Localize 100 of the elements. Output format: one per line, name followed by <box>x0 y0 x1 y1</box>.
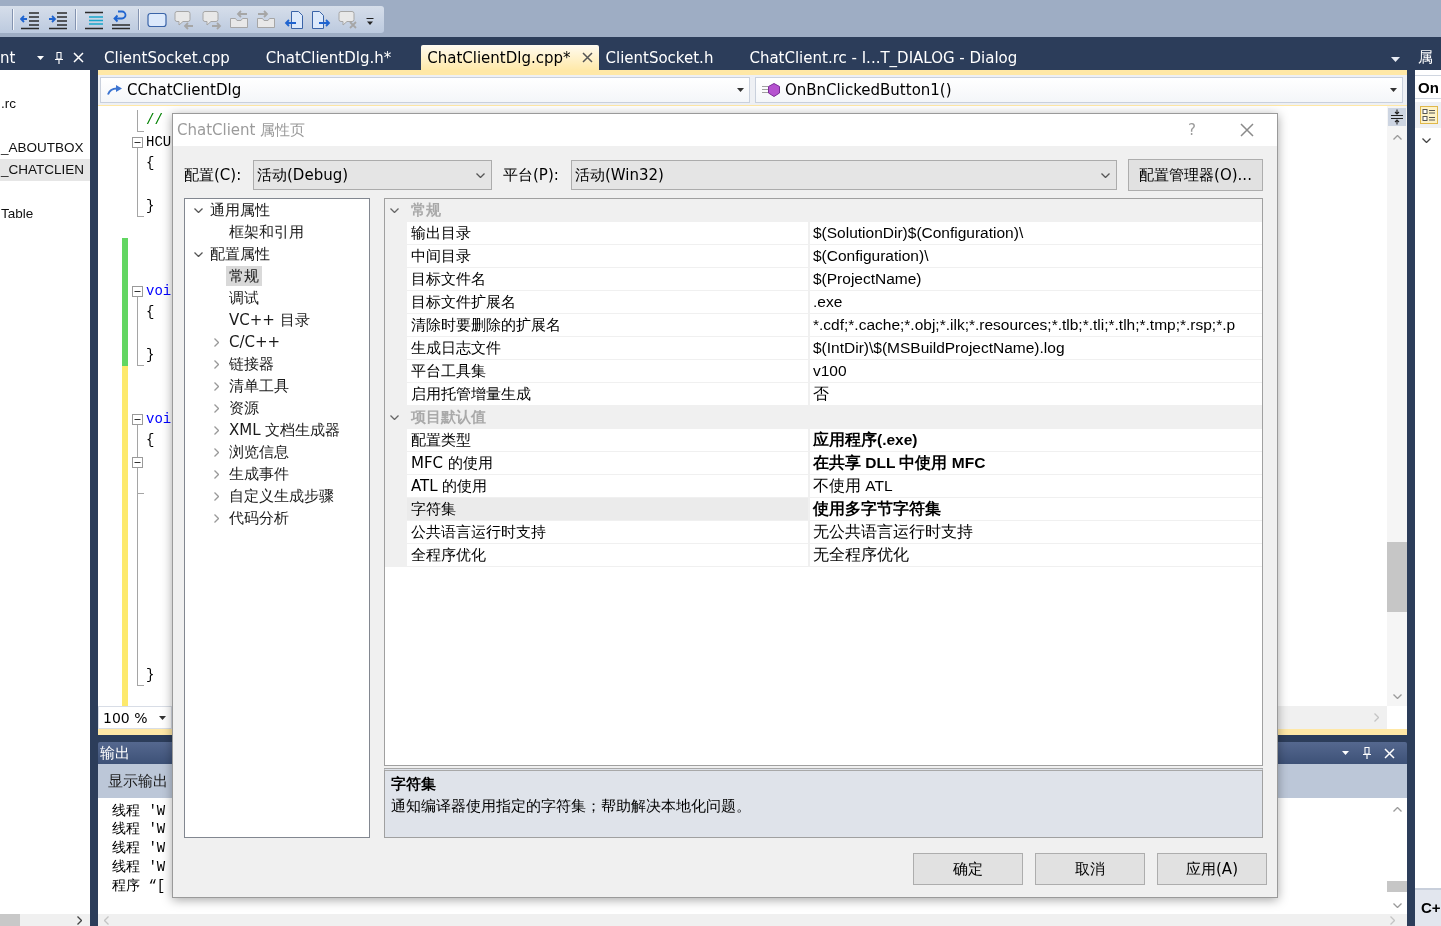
platform-combo[interactable]: 活动(Win32) <box>571 160 1117 190</box>
pin-icon[interactable] <box>1363 747 1371 759</box>
split-arrows-icon[interactable] <box>1388 107 1406 126</box>
code-text: // <box>146 112 163 129</box>
property-name[interactable]: 配置类型 <box>407 429 808 451</box>
hexagon-icon <box>762 82 780 97</box>
property-value[interactable]: 无公共语言运行时支持 <box>810 521 1262 543</box>
tree-item[interactable]: 生成事件 <box>226 464 292 484</box>
tree-item[interactable]: 清单工具 <box>226 376 292 396</box>
tree-item[interactable]: 代码分析 <box>226 508 292 528</box>
dialog-button[interactable]: 应用(A) <box>1157 853 1267 885</box>
property-name[interactable]: 中间目录 <box>407 245 808 267</box>
caret-icon[interactable] <box>1342 751 1349 755</box>
chevron-down-icon[interactable] <box>390 207 399 213</box>
property-name[interactable]: 公共语言运行时支持 <box>407 521 808 543</box>
dialog-button[interactable]: 确定 <box>913 853 1023 885</box>
zoom-combo[interactable]: 100 % <box>98 706 172 729</box>
tree-item[interactable]: C/C++ <box>226 332 284 352</box>
list-icon[interactable] <box>1420 106 1438 124</box>
chevron-up-icon[interactable] <box>1392 807 1402 812</box>
property-value[interactable]: $(IntDir)\$(MSBuildProjectName).log <box>810 337 1262 359</box>
tree-item[interactable]: 资源 <box>226 398 262 418</box>
tree-item[interactable]: 浏览信息 <box>226 442 292 462</box>
chevron-down-icon[interactable] <box>194 251 203 257</box>
tree-item[interactable]: 常规 <box>226 266 262 286</box>
property-name[interactable]: 清除时要删除的扩展名 <box>407 314 808 336</box>
property-name[interactable]: MFC 的使用 <box>407 452 808 474</box>
property-name[interactable]: 目标文件名 <box>407 268 808 290</box>
output-line: 线程 'W <box>112 840 166 857</box>
caret-icon[interactable] <box>1390 87 1397 92</box>
property-value[interactable]: $(SolutionDir)$(Configuration)\ <box>810 222 1262 244</box>
tree-item[interactable]: Table <box>0 203 90 225</box>
object-combo[interactable]: On <box>1415 75 1441 99</box>
caret-icon[interactable] <box>737 87 744 92</box>
caret-icon[interactable] <box>37 55 44 60</box>
pin-icon[interactable] <box>55 51 63 64</box>
property-name[interactable]: 字符集 <box>407 498 808 520</box>
tree-item[interactable]: XML 文档生成器 <box>226 420 344 440</box>
page-arrow-icon[interactable] <box>283 9 304 30</box>
caret-icon[interactable] <box>1391 57 1400 62</box>
tree-item[interactable]: .rc <box>0 93 90 115</box>
chevron-down-icon[interactable] <box>194 207 203 213</box>
scrollbar-thumb[interactable] <box>1387 881 1407 892</box>
tree-item[interactable]: 配置属性 <box>207 244 273 264</box>
chevron-down-icon[interactable] <box>390 414 399 420</box>
collapse-icon[interactable] <box>132 137 143 154</box>
property-name[interactable]: 输出目录 <box>407 222 808 244</box>
tree-item[interactable]: VC++ 目录 <box>226 310 313 330</box>
chevron-up-icon[interactable] <box>1392 134 1402 140</box>
tree-item[interactable]: _ABOUTBOX <box>0 137 90 159</box>
tree-item[interactable]: _CHATCLIEN <box>0 159 90 181</box>
tree-item[interactable]: 调试 <box>226 288 262 308</box>
tab[interactable]: ChatClientDlg.cpp* <box>421 45 600 70</box>
property-name[interactable]: 启用托管增量生成 <box>407 383 808 405</box>
tree-item[interactable]: 链接器 <box>226 354 277 374</box>
page-arrow-icon[interactable] <box>311 9 332 30</box>
configuration-combo[interactable]: 活动(Debug) <box>253 160 492 190</box>
category-label: 项目默认值 <box>411 407 486 427</box>
tab[interactable]: ChatClientDlg.h* <box>259 45 422 70</box>
property-value[interactable]: 应用程序(.exe) <box>810 429 1262 451</box>
property-name[interactable]: 平台工具集 <box>407 360 808 382</box>
close-icon[interactable] <box>582 52 594 63</box>
dialog-button[interactable]: 取消 <box>1035 853 1145 885</box>
tab[interactable]: ChatClient.rc - I...T_DIALOG - Dialog <box>743 45 1048 70</box>
chevron-right-icon[interactable] <box>77 915 82 925</box>
chevron-down-icon <box>476 172 485 178</box>
collapse-icon[interactable] <box>132 457 143 474</box>
scrollbar-thumb[interactable] <box>1387 541 1407 612</box>
lines-icon[interactable] <box>83 9 104 30</box>
lines-arrow-icon[interactable] <box>110 9 131 30</box>
tree-item[interactable]: 框架和引用 <box>226 222 307 242</box>
tree-item[interactable]: 通用属性 <box>207 200 273 220</box>
property-value[interactable]: *.cdf;*.cache;*.obj;*.ilk;*.resources;*.tlb;*.tli;*.tlh;*.tmp;*.rsp;*.p <box>810 314 1262 336</box>
property-value[interactable]: v100 <box>810 360 1262 382</box>
property-name[interactable]: 生成日志文件 <box>407 337 808 359</box>
code-text: { <box>146 155 155 172</box>
chevron-down-icon[interactable] <box>1422 138 1431 143</box>
scope-combo[interactable]: CChatClientDlg <box>100 76 750 103</box>
property-value[interactable]: 否 <box>810 383 1262 405</box>
tree-item[interactable]: 自定义生成步骤 <box>226 486 337 506</box>
property-value[interactable]: 在共享 DLL 中使用 MFC <box>810 452 1262 474</box>
property-name[interactable]: ATL 的使用 <box>407 475 808 497</box>
outdent-icon[interactable] <box>20 9 41 30</box>
configuration-manager-button[interactable]: 配置管理器(O)... <box>1128 159 1263 191</box>
property-value[interactable]: 不使用 ATL <box>810 475 1262 497</box>
member-combo[interactable]: OnBnClickedButton1() <box>755 76 1403 103</box>
collapse-icon[interactable] <box>132 286 143 303</box>
property-value[interactable]: $(ProjectName) <box>810 268 1262 290</box>
caret-icon[interactable] <box>159 715 166 720</box>
property-value[interactable]: $(Configuration)\ <box>810 245 1262 267</box>
indent-icon[interactable] <box>47 9 68 30</box>
tab[interactable]: ClientSocket.cpp <box>98 45 260 70</box>
property-value[interactable]: .exe <box>810 291 1262 313</box>
property-value[interactable]: 使用多字节字符集 <box>810 498 1262 520</box>
property-name[interactable]: 目标文件扩展名 <box>407 291 808 313</box>
scrollbar-thumb[interactable] <box>0 914 20 926</box>
tab[interactable]: ClientSocket.h <box>599 45 744 70</box>
property-name[interactable]: 全程序优化 <box>407 544 808 566</box>
property-value[interactable]: 无全程序优化 <box>810 544 1262 566</box>
collapse-icon[interactable] <box>132 414 143 431</box>
